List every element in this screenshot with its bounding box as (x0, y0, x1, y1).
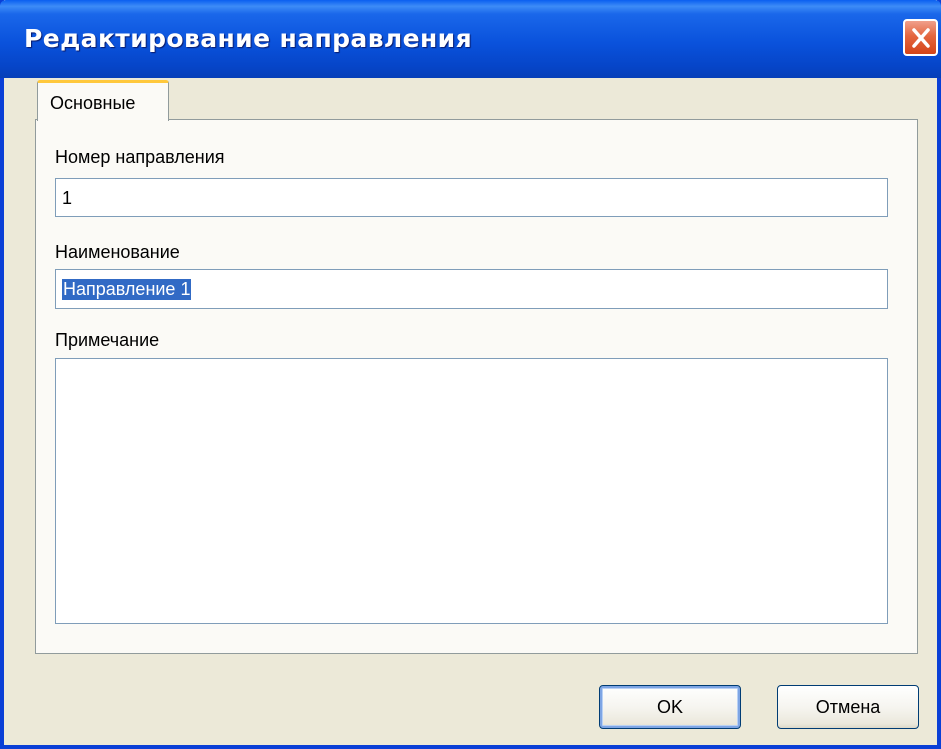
number-label: Номер направления (55, 147, 225, 167)
ok-button[interactable]: OK (599, 685, 741, 729)
note-label: Примечание (55, 330, 160, 350)
name-label: Наименование (55, 242, 180, 262)
note-textarea[interactable] (55, 358, 888, 624)
window-title: Редактирование направления (24, 24, 473, 53)
title-bar[interactable]: Редактирование направления (0, 0, 941, 78)
tab-main[interactable]: Основные (37, 80, 169, 121)
name-input-value: Направление 1 (62, 279, 192, 300)
name-input[interactable]: Направление 1 (55, 269, 888, 309)
number-input-value: 1 (62, 188, 73, 208)
tab-main-label: Основные (50, 93, 136, 113)
close-icon (912, 28, 930, 48)
number-input[interactable]: 1 (55, 178, 888, 217)
cancel-button[interactable]: Отмена (777, 685, 919, 729)
close-button[interactable] (903, 19, 938, 56)
